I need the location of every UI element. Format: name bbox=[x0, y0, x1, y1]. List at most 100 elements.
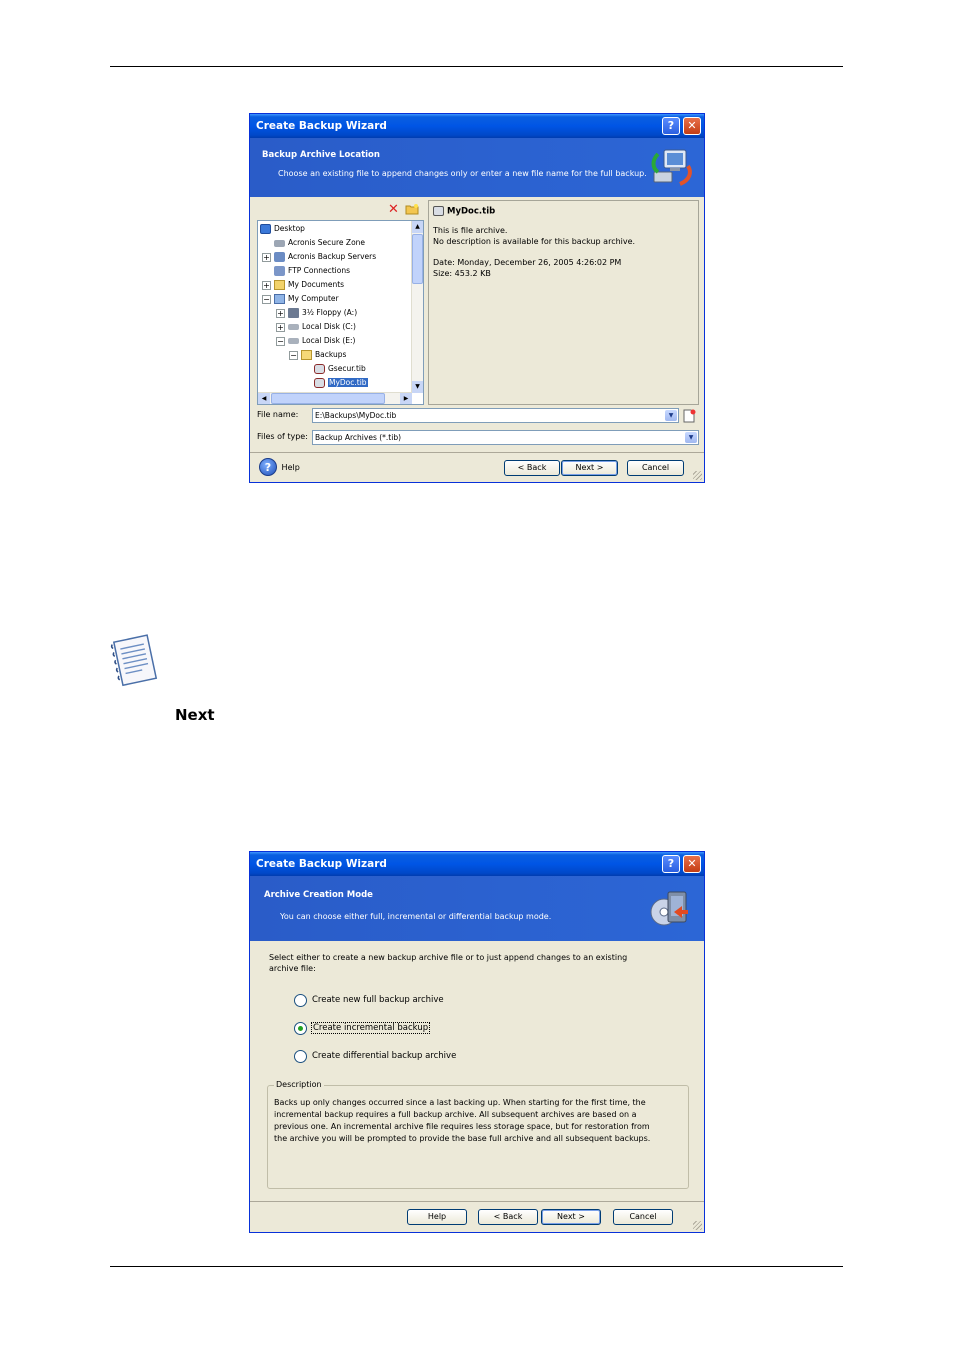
tree-item-backups[interactable]: Backups bbox=[301, 348, 346, 361]
scroll-right-button[interactable]: ▶ bbox=[400, 393, 412, 404]
tree-item-secure-zone[interactable]: Acronis Secure Zone bbox=[274, 236, 365, 249]
header-rule bbox=[110, 66, 843, 67]
new-file-icon[interactable] bbox=[683, 409, 696, 423]
description-line: incremental backup requires a full backu… bbox=[274, 1110, 637, 1119]
tree-item-label: Local Disk (C:) bbox=[302, 322, 356, 331]
help-label: Help bbox=[281, 462, 300, 472]
wizard-banner: Backup Archive Location Choose an existi… bbox=[250, 138, 704, 197]
tree-item-label: FTP Connections bbox=[288, 266, 351, 275]
tree-item-label: Acronis Backup Servers bbox=[288, 252, 377, 261]
wizard-banner: Archive Creation Mode You can choose eit… bbox=[250, 876, 704, 941]
expand-local-disk-c[interactable]: + bbox=[276, 323, 285, 332]
option-differential-backup[interactable]: Create differential backup archive bbox=[294, 1050, 494, 1064]
collapse-my-computer[interactable]: − bbox=[262, 295, 271, 304]
banner-title: Backup Archive Location bbox=[262, 150, 380, 160]
description-line: the archive you will be prompted to prov… bbox=[274, 1134, 651, 1143]
collapse-backups[interactable]: − bbox=[289, 351, 298, 360]
description-group: Description Backs up only changes occurr… bbox=[267, 1080, 689, 1189]
file-name-dropdown-button[interactable]: ▼ bbox=[665, 410, 677, 421]
tree-horizontal-scrollbar[interactable]: ◀ ▶ bbox=[258, 392, 412, 404]
tree-item-gsecur[interactable]: Gsecur.tib bbox=[314, 362, 366, 375]
banner-title: Archive Creation Mode bbox=[264, 890, 373, 900]
expand-floppy[interactable]: + bbox=[276, 309, 285, 318]
tree-item-floppy[interactable]: 3½ Floppy (A:) bbox=[288, 306, 357, 319]
expand-my-documents[interactable]: + bbox=[262, 281, 271, 290]
window-title: Create Backup Wizard bbox=[256, 858, 387, 870]
option-incremental-backup[interactable]: Create incremental backup bbox=[294, 1022, 494, 1036]
folder-tree[interactable]: Desktop Acronis Secure Zone + Acronis Ba… bbox=[257, 220, 424, 405]
secure-zone-icon bbox=[274, 239, 285, 247]
tree-item-label: Backups bbox=[315, 350, 347, 359]
disk-icon bbox=[288, 324, 299, 330]
cancel-button[interactable]: Cancel bbox=[613, 1209, 673, 1225]
backup-location-window: Create Backup Wizard ? ✕ Backup Archive … bbox=[249, 113, 705, 483]
next-button[interactable]: Next > bbox=[561, 460, 618, 476]
cancel-button[interactable]: Cancel bbox=[627, 460, 684, 476]
incremental-backup-label: Create incremental backup bbox=[310, 1022, 431, 1034]
tree-item-local-disk-c[interactable]: Local Disk (C:) bbox=[288, 320, 356, 333]
help-button[interactable]: Help bbox=[407, 1209, 467, 1225]
help-icon: ? bbox=[259, 458, 277, 476]
scroll-up-button[interactable]: ▲ bbox=[412, 221, 423, 233]
tree-item-mydoc[interactable]: MyDoc.tib bbox=[314, 376, 368, 389]
info-size: Size: 453.2 KB bbox=[433, 269, 491, 278]
backup-location-icon bbox=[651, 149, 692, 186]
file-name-input[interactable]: E:\Backups\MyDoc.tib ▼ bbox=[312, 408, 679, 423]
archive-icon bbox=[314, 364, 325, 374]
full-backup-label: Create new full backup archive bbox=[312, 995, 444, 1005]
archive-info-panel: MyDoc.tib This is file archive. No descr… bbox=[428, 200, 699, 405]
back-button[interactable]: < Back bbox=[478, 1209, 538, 1225]
next-keyword: Next bbox=[175, 706, 215, 724]
help-title-button[interactable]: ? bbox=[662, 117, 680, 135]
differential-backup-label: Create differential backup archive bbox=[312, 1051, 457, 1061]
expand-backup-servers[interactable]: + bbox=[262, 253, 271, 262]
disk-icon bbox=[288, 338, 299, 344]
files-of-type-value: Backup Archives (*.tib) bbox=[315, 433, 402, 442]
resize-grip-icon[interactable] bbox=[693, 1221, 702, 1230]
tree-item-label: Acronis Secure Zone bbox=[288, 238, 366, 247]
description-line: previous one. An incremental archive fil… bbox=[274, 1122, 650, 1131]
scroll-down-button[interactable]: ▼ bbox=[412, 381, 423, 393]
banner-subtitle: Choose an existing file to append change… bbox=[278, 169, 647, 178]
help-title-button[interactable]: ? bbox=[662, 855, 680, 873]
scroll-h-thumb[interactable] bbox=[271, 393, 385, 404]
resize-grip-icon[interactable] bbox=[693, 471, 702, 480]
tree-item-my-computer[interactable]: My Computer bbox=[274, 292, 339, 305]
tree-item-local-disk-e[interactable]: Local Disk (E:) bbox=[288, 334, 355, 347]
new-folder-icon[interactable] bbox=[405, 204, 419, 215]
banner-subtitle: You can choose either full, incremental … bbox=[280, 912, 552, 921]
desktop-icon bbox=[260, 224, 271, 234]
tree-item-label: 3½ Floppy (A:) bbox=[302, 308, 358, 317]
full-backup-radio[interactable] bbox=[294, 994, 307, 1007]
tree-item-backup-servers[interactable]: Acronis Backup Servers bbox=[274, 250, 376, 263]
window-titlebar[interactable]: Create Backup Wizard ? ✕ bbox=[250, 852, 704, 876]
tree-item-desktop[interactable]: Desktop bbox=[260, 222, 305, 235]
close-button[interactable]: ✕ bbox=[683, 117, 701, 135]
tree-item-label: Desktop bbox=[274, 224, 305, 233]
files-of-type-dropdown-button[interactable]: ▼ bbox=[685, 432, 697, 443]
window-title: Create Backup Wizard bbox=[256, 120, 387, 132]
help-link[interactable]: ? Help bbox=[259, 458, 300, 478]
tree-item-ftp[interactable]: FTP Connections bbox=[274, 264, 350, 277]
delete-icon[interactable]: ✕ bbox=[388, 202, 399, 217]
incremental-backup-radio[interactable] bbox=[294, 1022, 307, 1035]
tree-vertical-scrollbar[interactable]: ▲ ▼ bbox=[411, 221, 423, 393]
footer-separator bbox=[250, 452, 704, 453]
differential-backup-radio[interactable] bbox=[294, 1050, 307, 1063]
collapse-local-disk-e[interactable]: − bbox=[276, 337, 285, 346]
window-titlebar[interactable]: Create Backup Wizard ? ✕ bbox=[250, 114, 704, 138]
mode-prompt-line1: Select either to create a new backup arc… bbox=[269, 953, 628, 962]
back-button[interactable]: < Back bbox=[504, 460, 560, 476]
scroll-thumb[interactable] bbox=[412, 234, 423, 284]
file-name-value: E:\Backups\MyDoc.tib bbox=[315, 411, 397, 420]
info-filename-row: MyDoc.tib bbox=[433, 206, 495, 217]
option-full-backup[interactable]: Create new full backup archive bbox=[294, 994, 494, 1008]
close-button[interactable]: ✕ bbox=[683, 855, 701, 873]
scroll-left-button[interactable]: ◀ bbox=[258, 393, 270, 404]
files-of-type-select[interactable]: Backup Archives (*.tib) ▼ bbox=[312, 430, 699, 445]
next-button[interactable]: Next > bbox=[541, 1209, 601, 1225]
tree-item-my-documents[interactable]: My Documents bbox=[274, 278, 344, 291]
info-line2: No description is available for this bac… bbox=[433, 237, 636, 246]
computer-icon bbox=[274, 294, 285, 304]
ftp-icon bbox=[274, 266, 285, 276]
